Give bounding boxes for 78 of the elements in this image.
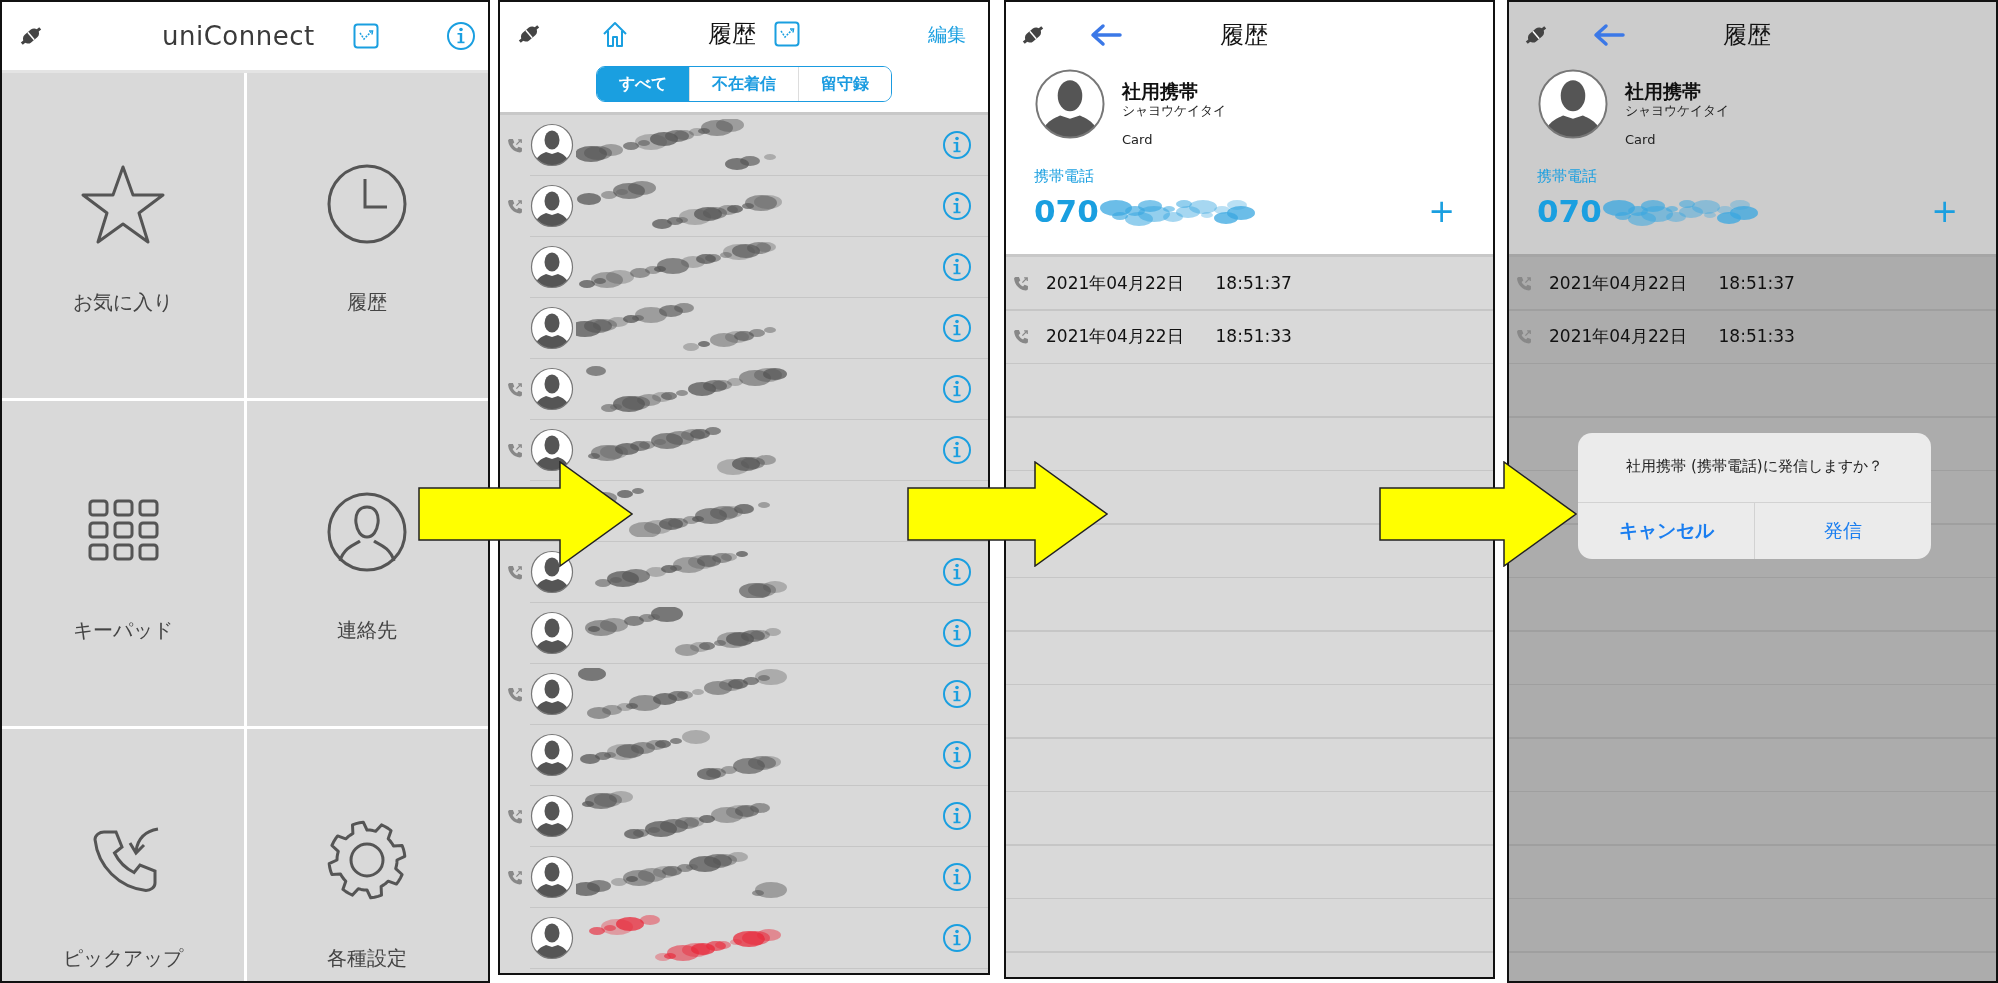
avatar-icon <box>530 916 574 960</box>
back-arrow-icon[interactable] <box>1090 23 1122 47</box>
call-date: 2021年04月22日 <box>1046 271 1184 295</box>
contact-note: Card <box>1122 130 1154 149</box>
avatar-icon <box>530 245 574 289</box>
screen-title: 履歴 <box>708 19 756 50</box>
avatar-icon <box>530 794 574 838</box>
info-icon[interactable] <box>942 130 972 160</box>
info-icon[interactable] <box>942 801 972 831</box>
outgoing-call-icon <box>1515 274 1533 293</box>
info-icon[interactable] <box>942 313 972 343</box>
call-time: 18:51:37 <box>1718 271 1795 295</box>
app-title: uniConnect <box>162 19 315 53</box>
menu-tile[interactable]: お気に入り <box>2 73 244 398</box>
contact-reading: シャヨウケイタイ <box>1625 102 1729 120</box>
avatar-icon <box>530 367 574 411</box>
phone-label: 携帯電話 <box>1536 166 1598 188</box>
contact-reading: シャヨウケイタイ <box>1122 102 1226 120</box>
info-icon[interactable] <box>942 374 972 404</box>
info-icon[interactable] <box>942 557 972 587</box>
segment-tab[interactable]: 留守録 <box>798 67 891 101</box>
contact-name: 社用携帯 <box>1625 80 1702 103</box>
avatar-icon <box>530 672 574 716</box>
avatar-icon <box>530 184 574 228</box>
screen-title: 履歴 <box>1723 20 1771 51</box>
info-icon[interactable] <box>446 21 476 51</box>
call-button[interactable]: 発信 <box>1754 502 1931 559</box>
info-icon[interactable] <box>942 862 972 892</box>
avatar-icon <box>530 428 574 472</box>
info-icon[interactable] <box>942 435 972 465</box>
menu-tile[interactable]: 連絡先 <box>246 401 488 726</box>
call-time: 18:51:33 <box>1215 324 1292 348</box>
avatar-icon <box>530 123 574 167</box>
segment-tab[interactable]: すべて <box>597 67 689 101</box>
outgoing-call-icon <box>1515 327 1533 346</box>
avatar-icon <box>530 733 574 777</box>
tile-label: 各種設定 <box>327 945 408 972</box>
menu-tile[interactable]: キーパッド <box>2 401 244 726</box>
tile-label: キーパッド <box>72 617 173 644</box>
phone-number: 070 <box>1537 191 1602 231</box>
info-icon[interactable] <box>942 191 972 221</box>
info-icon[interactable] <box>942 923 972 953</box>
info-icon[interactable] <box>942 618 972 648</box>
contact-name: 社用携帯 <box>1122 80 1199 103</box>
outgoing-call-icon <box>1012 327 1030 346</box>
outgoing-call-icon <box>1012 274 1030 293</box>
add-button[interactable]: + <box>1428 194 1455 227</box>
menu-tile[interactable]: ピックアップ <box>2 729 244 981</box>
avatar-icon <box>530 306 574 350</box>
tile-label: 履歴 <box>347 289 388 316</box>
tile-label: ピックアップ <box>62 945 183 972</box>
info-icon[interactable] <box>942 252 972 282</box>
call-time: 18:51:37 <box>1215 271 1292 295</box>
phone-number: 070 <box>1034 191 1099 231</box>
avatar-icon <box>530 855 574 899</box>
info-icon[interactable] <box>942 679 972 709</box>
add-button[interactable]: + <box>1931 194 1958 227</box>
menu-tile[interactable]: 各種設定 <box>246 729 488 981</box>
chart-icon[interactable] <box>352 23 379 49</box>
contact-note: Card <box>1625 130 1657 149</box>
edit-link[interactable]: 編集 <box>928 19 966 49</box>
tile-label: 連絡先 <box>337 617 398 644</box>
tile-label: お気に入り <box>72 289 173 316</box>
call-time: 18:51:33 <box>1718 324 1795 348</box>
avatar-icon <box>1034 68 1106 140</box>
call-date: 2021年04月22日 <box>1549 324 1687 348</box>
screen-title: 履歴 <box>1220 20 1268 51</box>
cancel-button[interactable]: キャンセル <box>1578 502 1754 559</box>
back-arrow-icon[interactable] <box>1593 23 1625 47</box>
alert-message: 社用携帯 (携帯電話)に発信しますか？ <box>1625 456 1884 477</box>
call-date: 2021年04月22日 <box>1549 271 1687 295</box>
chart-icon[interactable] <box>774 21 800 47</box>
menu-tile[interactable]: 履歴 <box>246 73 488 398</box>
phone-label: 携帯電話 <box>1033 166 1095 188</box>
info-icon[interactable] <box>942 740 972 770</box>
avatar-icon <box>530 611 574 655</box>
avatar-icon <box>1537 68 1609 140</box>
call-date: 2021年04月22日 <box>1046 324 1184 348</box>
